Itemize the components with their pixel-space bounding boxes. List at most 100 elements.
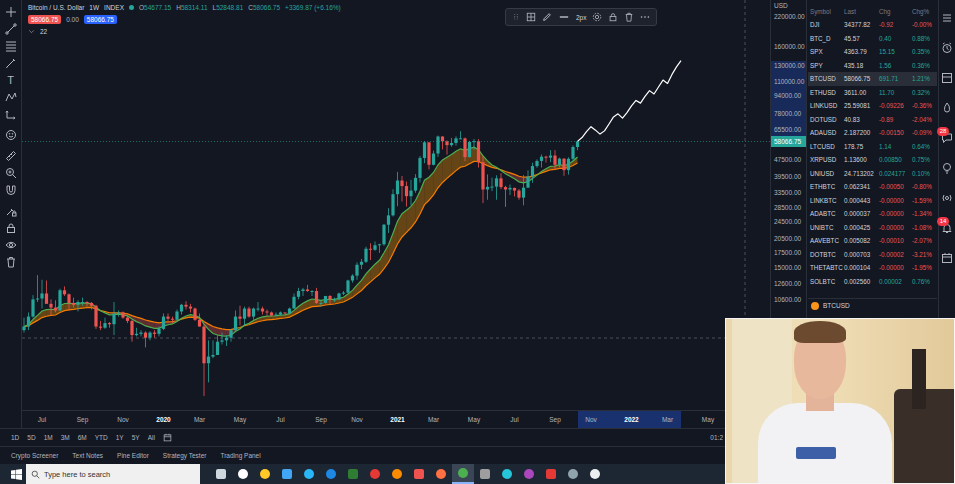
app-icon[interactable]: [501, 468, 513, 480]
watchlist-row[interactable]: XRPUSD1.136000.008500.75%: [808, 153, 937, 167]
watchlist-row[interactable]: SPX4363.7915.150.35%: [808, 45, 937, 59]
windows-logo-icon[interactable]: [11, 469, 22, 480]
app-icon[interactable]: [479, 468, 491, 480]
lock-icon[interactable]: [5, 222, 17, 234]
watchlist-row[interactable]: LINKUSD25.59081-0.09226-0.36%: [808, 99, 937, 113]
magnet-icon[interactable]: [5, 184, 17, 196]
prediction-icon[interactable]: [5, 108, 17, 120]
pattern-icon[interactable]: [5, 91, 17, 103]
watchlist-row[interactable]: ETHBTC0.062341-0.00050-0.80%: [808, 180, 937, 194]
watchlist-row[interactable]: BTC_D45.570.400.88%: [808, 32, 937, 46]
column-header[interactable]: Chg%: [912, 7, 937, 16]
watchlist-row[interactable]: AAVEBTC0.005082-0.00010-2.07%: [808, 234, 937, 248]
range-button[interactable]: 1M: [44, 433, 53, 442]
taskbar-app[interactable]: [210, 464, 232, 484]
range-button[interactable]: 1D: [11, 433, 19, 442]
line-width[interactable]: 2px: [576, 13, 586, 22]
range-button[interactable]: 6M: [78, 433, 87, 442]
toolbar-button[interactable]: [4, 39, 18, 53]
taskbar-app[interactable]: [320, 464, 342, 484]
side-button[interactable]: 28: [941, 132, 953, 144]
taskbar-app[interactable]: [474, 464, 496, 484]
toolbar-button[interactable]: [4, 128, 18, 142]
watchlist-row[interactable]: DJI34377.82-0.92-0.00%: [808, 18, 937, 32]
taskbar-app[interactable]: [364, 464, 386, 484]
hotlist-icon[interactable]: [941, 102, 953, 114]
toolbar-button[interactable]: [4, 221, 18, 235]
chart-pane[interactable]: JulSepNov2020MarMayJulSepNov2021MarMayJu…: [22, 0, 770, 428]
toolbar-button[interactable]: [4, 255, 18, 269]
range-button[interactable]: YTD: [95, 433, 108, 442]
buy-price[interactable]: 58066.75: [84, 15, 117, 24]
column-header[interactable]: Symbol: [810, 7, 844, 16]
taskbar-app[interactable]: [430, 464, 452, 484]
clock[interactable]: 01:2: [710, 433, 723, 442]
range-button[interactable]: 3M: [61, 433, 70, 442]
zoom-icon[interactable]: [5, 167, 17, 179]
crosshair-icon[interactable]: [5, 6, 17, 18]
fib-icon[interactable]: [5, 40, 17, 52]
range-button[interactable]: 1Y: [116, 433, 124, 442]
app-icon[interactable]: [457, 467, 469, 479]
side-button[interactable]: 14: [941, 222, 953, 234]
app-icon[interactable]: [369, 468, 381, 480]
taskbar-app[interactable]: [386, 464, 408, 484]
side-button[interactable]: [941, 42, 953, 54]
side-button[interactable]: [941, 72, 953, 84]
search-input[interactable]: [44, 470, 195, 479]
app-icon[interactable]: [281, 468, 293, 480]
column-header[interactable]: Chg: [879, 7, 912, 16]
details-symbol[interactable]: BTCUSD: [823, 302, 850, 309]
text-tool[interactable]: T: [4, 73, 18, 87]
side-button[interactable]: [941, 12, 953, 24]
bottom-tab[interactable]: Text Notes: [72, 451, 103, 460]
toolbar-button[interactable]: [4, 204, 18, 218]
app-icon[interactable]: [589, 468, 601, 480]
taskbar-app[interactable]: [562, 464, 584, 484]
lock-drawing-icon[interactable]: [5, 205, 17, 217]
watchlist-row[interactable]: ETHUSD3611.0011.700.32%: [808, 86, 937, 100]
range-button[interactable]: All: [148, 433, 155, 442]
taskbar-app[interactable]: [518, 464, 540, 484]
trend-line-icon[interactable]: [5, 23, 17, 35]
side-button[interactable]: [941, 102, 953, 114]
chevron-icon[interactable]: [28, 28, 35, 35]
price-chart[interactable]: [22, 0, 770, 410]
watchlist-row[interactable]: BTCUSD58066.75691.711.21%: [808, 72, 937, 86]
time-axis[interactable]: JulSepNov2020MarMayJulSepNov2021MarMayJu…: [22, 410, 770, 428]
side-button[interactable]: [941, 192, 953, 204]
streams-icon[interactable]: [941, 192, 953, 204]
side-button[interactable]: [941, 162, 953, 174]
watchlist-row[interactable]: SPY435.181.560.36%: [808, 59, 937, 73]
watchlist-row[interactable]: SOLBTC0.0025600.000020.76%: [808, 275, 937, 289]
alert-icon[interactable]: [941, 42, 953, 54]
watchlist-row[interactable]: LINKBTC0.000443-0.00000-1.59%: [808, 194, 937, 208]
pencil-icon[interactable]: [542, 12, 552, 22]
toolbar-button[interactable]: [4, 183, 18, 197]
taskbar-app[interactable]: [298, 464, 320, 484]
watchlist-row[interactable]: ADABTC0.000037-0.00000-1.34%: [808, 207, 937, 221]
toolbar-button[interactable]: [4, 149, 18, 163]
column-header[interactable]: Last: [844, 7, 879, 16]
sell-price[interactable]: 58066.75: [28, 15, 61, 24]
taskbar-app[interactable]: [452, 464, 474, 484]
toolbar-button[interactable]: [4, 238, 18, 252]
toolbar-button[interactable]: [4, 107, 18, 121]
interval[interactable]: 1W: [89, 3, 99, 12]
watchlist-row[interactable]: ADAUSD2.187200-0.00150-0.09%: [808, 126, 937, 140]
more-icon[interactable]: [640, 12, 650, 22]
text-tool-icon[interactable]: T: [7, 73, 14, 87]
watchlist-row[interactable]: UNIBTC0.000425-0.00000-1.08%: [808, 221, 937, 235]
range-button[interactable]: 5Y: [132, 433, 140, 442]
toolbar-button[interactable]: [4, 56, 18, 70]
app-icon[interactable]: [413, 468, 425, 480]
lock-icon[interactable]: [608, 12, 618, 22]
symbol-title[interactable]: Bitcoin / U.S. Dollar: [28, 3, 84, 12]
range-button[interactable]: 5D: [27, 433, 35, 442]
watchlist-row[interactable]: LTCUSD178.751.140.64%: [808, 140, 937, 154]
toolbar-button[interactable]: [4, 166, 18, 180]
trash-icon[interactable]: [5, 256, 17, 268]
taskbar-app[interactable]: [408, 464, 430, 484]
side-button[interactable]: [941, 252, 953, 264]
line-style-icon[interactable]: [558, 12, 570, 22]
